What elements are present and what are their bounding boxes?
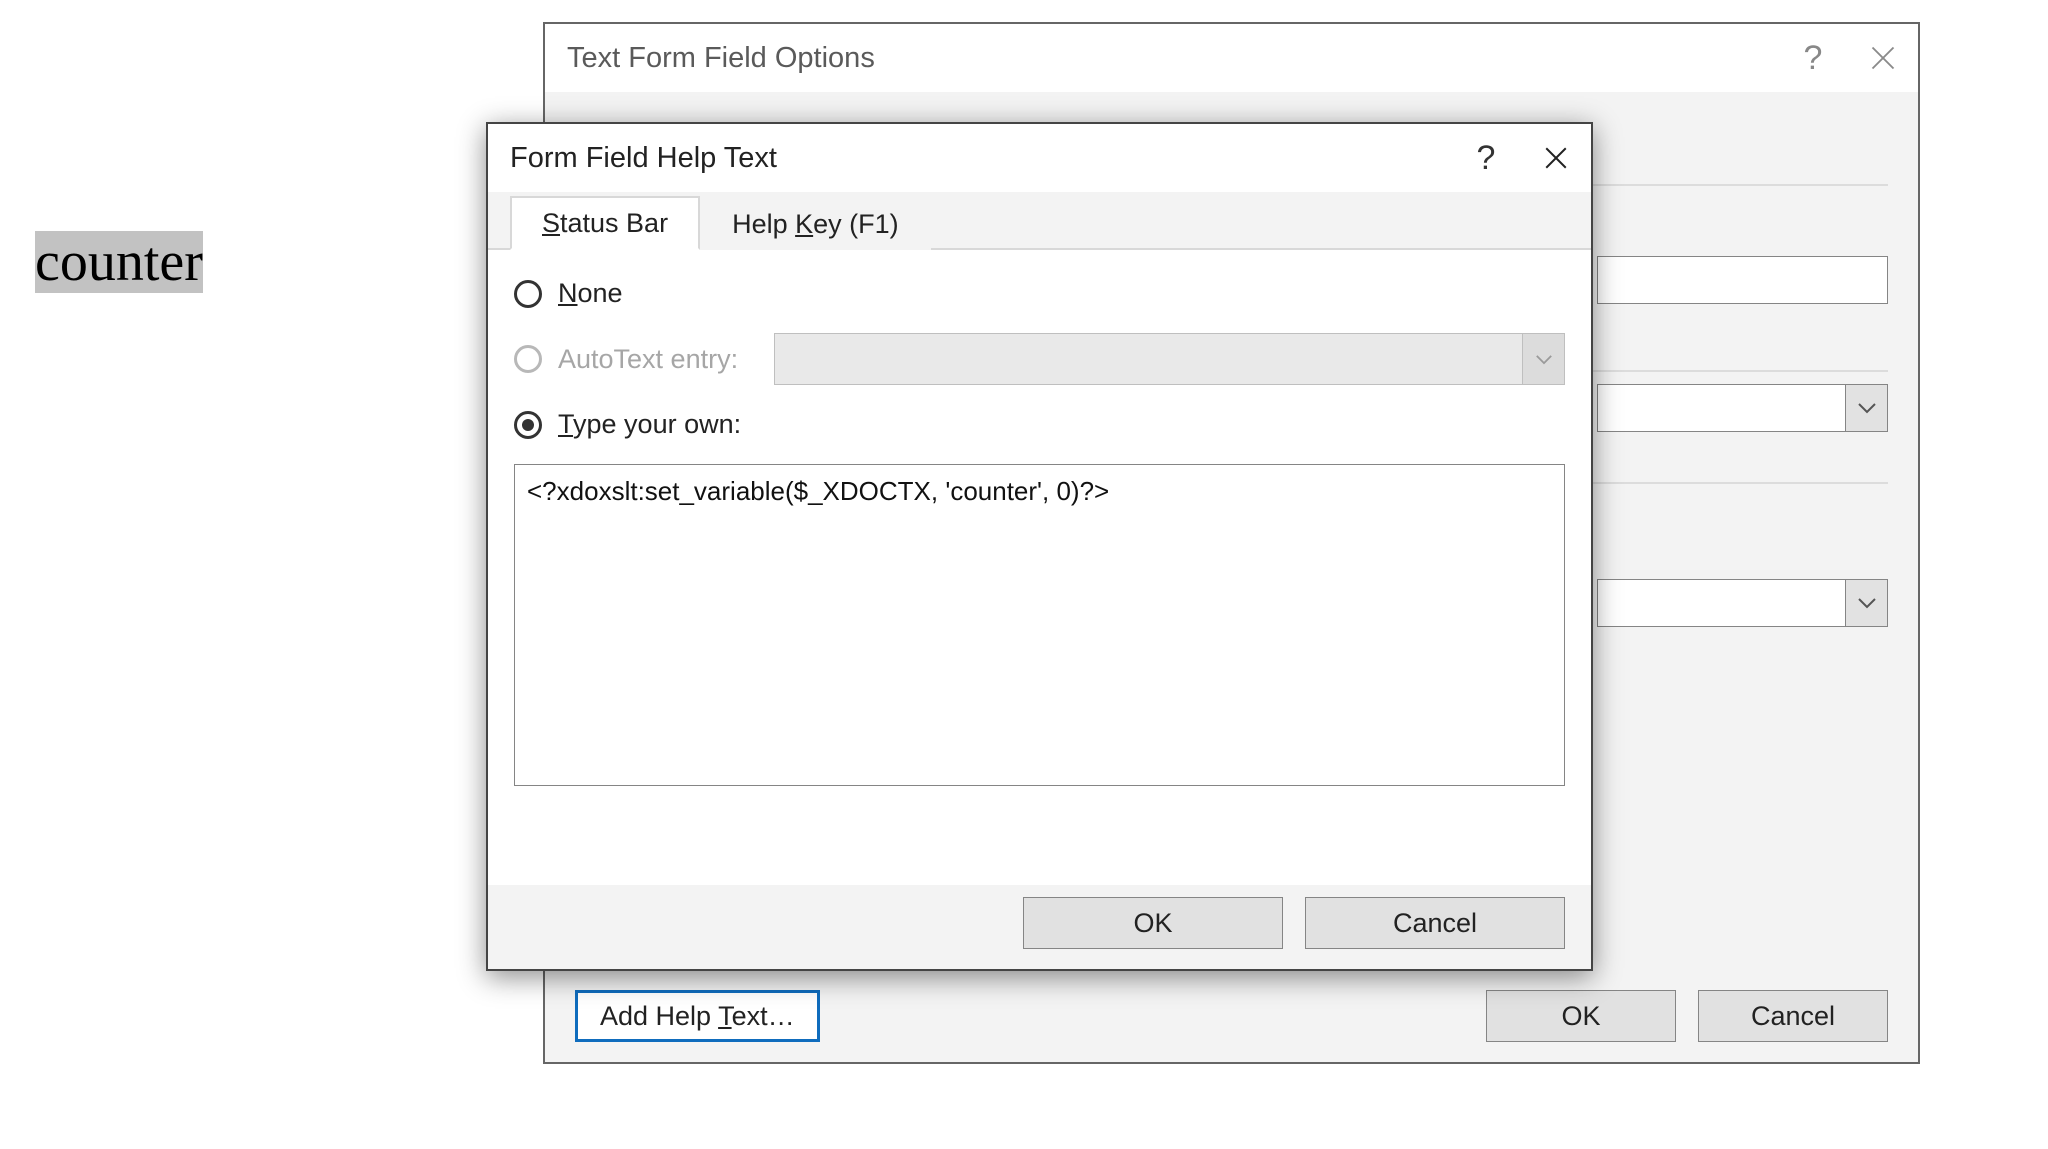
chevron-down-icon: [1522, 334, 1564, 384]
autotext-dropdown: [774, 333, 1565, 385]
chevron-down-icon: [1845, 580, 1887, 626]
back-dropdown-2: [1597, 579, 1888, 627]
front-dialog-title: Form Field Help Text: [510, 142, 1451, 175]
close-icon: [1848, 24, 1918, 92]
front-dialog-body: None AutoText entry: Type your own:: [488, 250, 1591, 885]
tabs: Status Bar Help Key (F1): [488, 192, 1591, 250]
help-icon[interactable]: ?: [1451, 124, 1521, 192]
front-dialog-buttons: OK Cancel: [1023, 897, 1565, 949]
radio-icon: [514, 280, 542, 308]
dialog-form-field-help-text: Form Field Help Text ? Status Bar Help K…: [486, 122, 1593, 971]
help-icon: ?: [1778, 24, 1848, 92]
back-cancel-button[interactable]: Cancel: [1698, 990, 1888, 1042]
radio-autotext-label: AutoText entry:: [558, 344, 738, 375]
radio-type-your-own[interactable]: Type your own:: [514, 409, 1565, 440]
front-cancel-button[interactable]: Cancel: [1305, 897, 1565, 949]
document-highlighted-text: counter: [35, 231, 203, 293]
close-icon[interactable]: [1521, 124, 1591, 192]
radio-none[interactable]: None: [514, 278, 1565, 309]
document-field: counter: [35, 230, 203, 294]
radio-icon: [514, 345, 542, 373]
type-your-own-textarea[interactable]: [514, 464, 1565, 786]
back-ok-button[interactable]: OK: [1486, 990, 1676, 1042]
back-text-input: [1597, 256, 1888, 304]
front-titlebar: Form Field Help Text ?: [488, 124, 1591, 192]
tab-help-key[interactable]: Help Key (F1): [700, 196, 931, 250]
chevron-down-icon: [1845, 385, 1887, 431]
add-help-text-button[interactable]: Add Help Text…: [575, 990, 820, 1042]
tab-status-bar[interactable]: Status Bar: [510, 196, 700, 250]
radio-none-label: None: [558, 278, 623, 309]
back-titlebar: Text Form Field Options ?: [545, 24, 1918, 92]
back-dropdown-1: [1597, 384, 1888, 432]
radio-icon: [514, 411, 542, 439]
front-ok-button[interactable]: OK: [1023, 897, 1283, 949]
radio-type-own-label: Type your own:: [558, 409, 741, 440]
back-dialog-title: Text Form Field Options: [567, 42, 1778, 75]
back-dialog-buttons: Add Help Text… OK Cancel: [575, 990, 1888, 1042]
radio-autotext: AutoText entry:: [514, 333, 1565, 385]
